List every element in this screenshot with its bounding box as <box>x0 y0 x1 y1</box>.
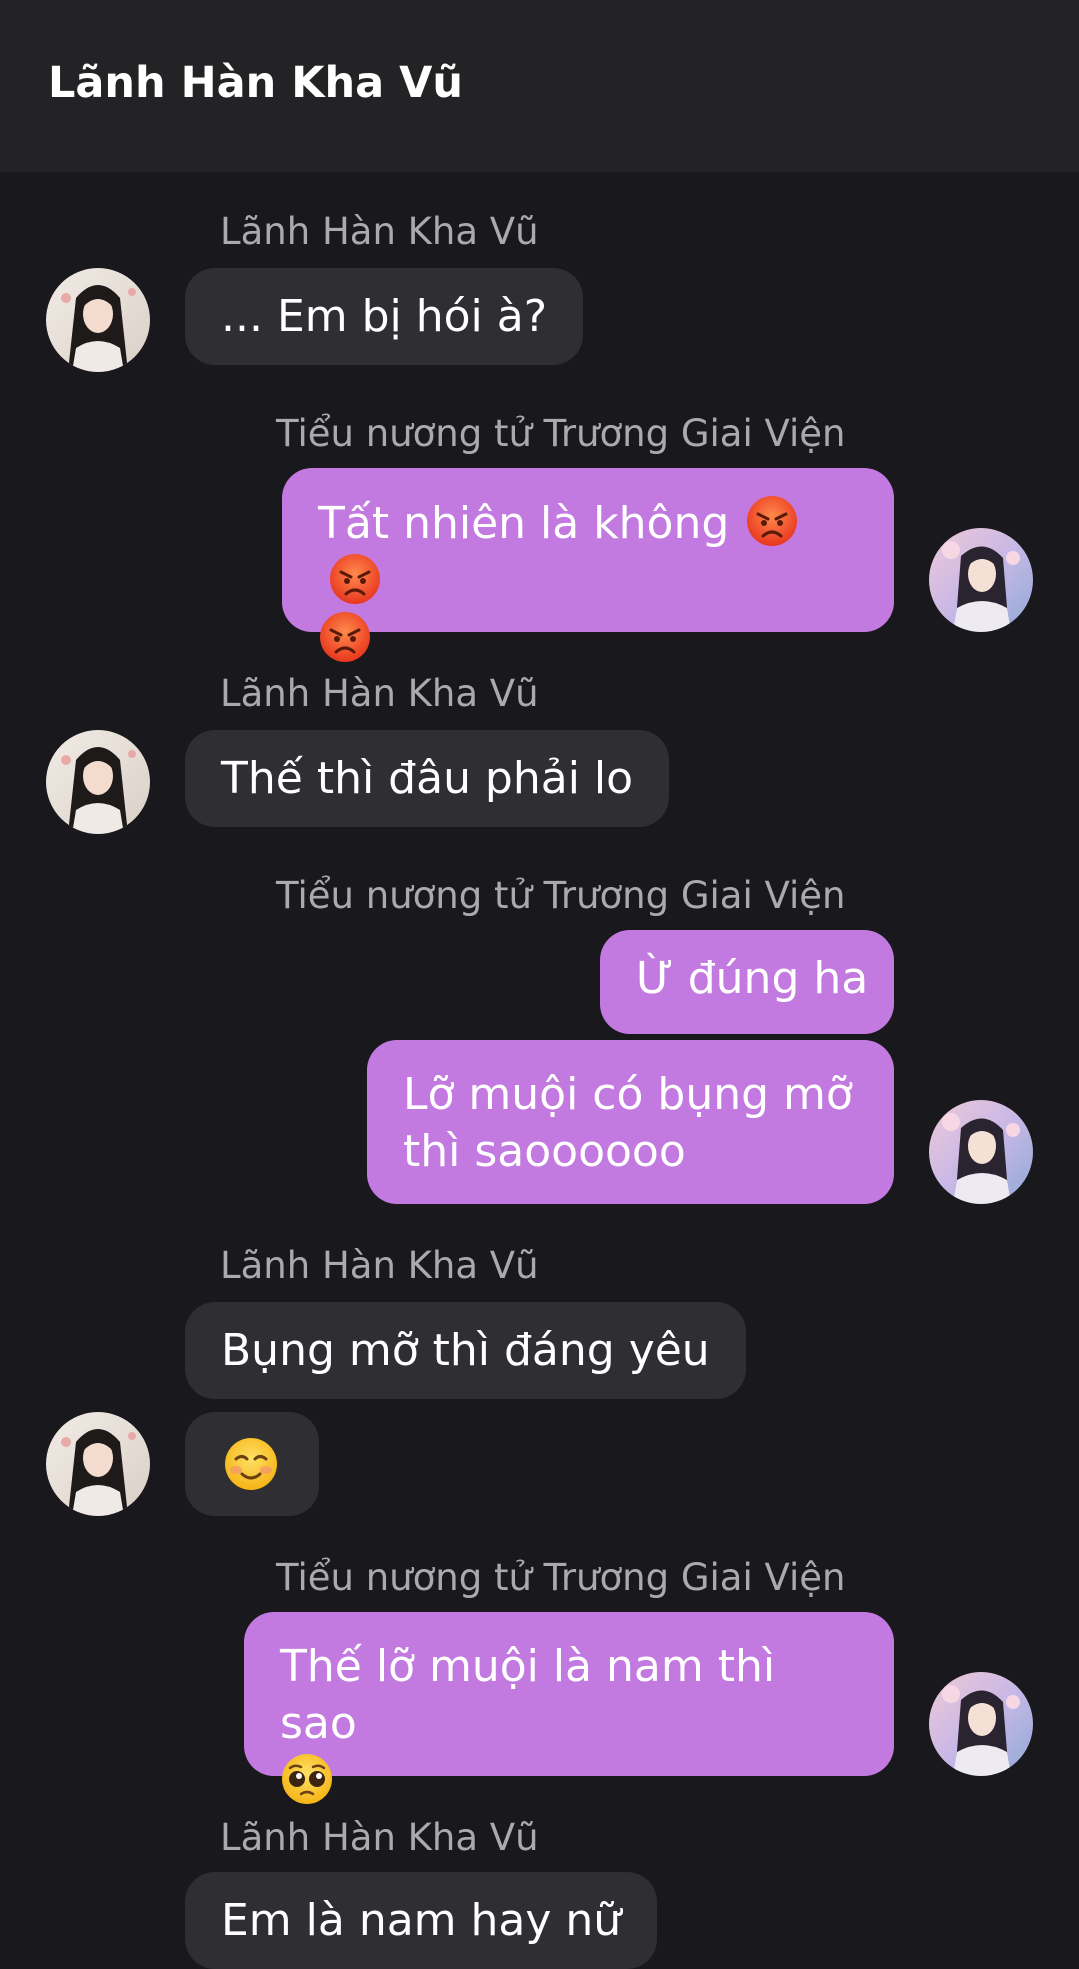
my-avatar[interactable] <box>929 1672 1033 1776</box>
message-bubble-incoming[interactable]: Em là nam hay nữ <box>185 1872 658 1969</box>
message-bubble-outgoing[interactable]: Tất nhiên là không <box>282 468 894 662</box>
message-text-line: thì saoooooo <box>403 1126 686 1177</box>
pleading-face-icon <box>282 1754 332 1804</box>
contact-avatar[interactable] <box>46 268 150 372</box>
message-bubble-outgoing[interactable]: Lỡ muội có bụng mỡ thì saoooooo <box>367 1040 894 1204</box>
angry-face-icon <box>320 612 370 662</box>
angry-face-icon <box>330 554 380 604</box>
message-text: Tất nhiên là không <box>318 498 730 549</box>
sender-name: Tiểu nương tử Trương Giai Viện <box>276 412 846 455</box>
message-bubble-incoming[interactable]: Thế thì đâu phải lo <box>185 730 670 827</box>
contact-avatar[interactable] <box>46 1412 150 1516</box>
contact-avatar[interactable] <box>46 730 150 834</box>
message-text-line: Lỡ muội có bụng mỡ <box>403 1069 853 1120</box>
message-bubble-incoming[interactable]: ... Em bị hói à? <box>185 268 584 365</box>
my-avatar[interactable] <box>929 528 1033 632</box>
message-text: Thế lỡ muội là nam thì sao <box>280 1641 776 1749</box>
message-bubble-incoming[interactable] <box>185 1412 319 1516</box>
sender-name: Lãnh Hàn Kha Vũ <box>220 210 539 253</box>
my-avatar[interactable] <box>929 1100 1033 1204</box>
message-list[interactable]: Lãnh Hàn Kha Vũ ... Em bị hói à? Tiểu nư… <box>0 172 1079 1969</box>
sender-name: Lãnh Hàn Kha Vũ <box>220 672 539 715</box>
sender-name: Lãnh Hàn Kha Vũ <box>220 1816 539 1859</box>
sender-name: Tiểu nương tử Trương Giai Viện <box>276 874 846 917</box>
chat-header: Lãnh Hàn Kha Vũ <box>0 0 1079 172</box>
message-bubble-outgoing[interactable]: Thế lỡ muội là nam thì sao <box>244 1612 894 1804</box>
smiling-face-icon <box>225 1438 277 1490</box>
sender-name: Tiểu nương tử Trương Giai Viện <box>276 1556 846 1599</box>
message-bubble-outgoing[interactable]: Ừ đúng ha <box>600 930 894 1034</box>
message-bubble-incoming[interactable]: Bụng mỡ thì đáng yêu <box>185 1302 746 1399</box>
angry-face-icon <box>747 496 798 546</box>
chat-title: Lãnh Hàn Kha Vũ <box>48 58 464 108</box>
sender-name: Lãnh Hàn Kha Vũ <box>220 1244 539 1287</box>
